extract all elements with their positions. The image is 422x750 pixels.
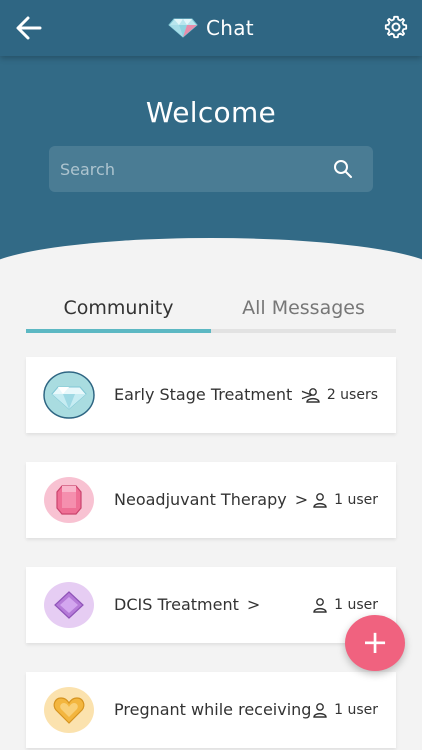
user-icon: [313, 703, 327, 718]
tab-all-messages[interactable]: All Messages: [211, 288, 396, 328]
welcome-heading: Welcome: [145, 96, 277, 129]
community-name: Neoadjuvant Therapy: [114, 490, 287, 509]
user-icon: [306, 388, 320, 403]
plus-icon: +: [361, 623, 389, 661]
gear-icon: [384, 15, 408, 39]
diamond-gem-icon: [43, 371, 95, 419]
chevron-right-icon: >: [246, 595, 261, 614]
user-count: 2 users: [305, 357, 378, 433]
user-count: 1 user: [312, 462, 378, 538]
user-icon: [313, 493, 327, 508]
community-name: Early Stage Treatment: [114, 385, 293, 404]
diamond-icon: [168, 18, 198, 38]
heart-gem-icon: [44, 687, 94, 733]
community-card-early-stage[interactable]: Early Stage Treatment > 2 users: [26, 357, 396, 433]
page-title: Chat: [206, 16, 254, 40]
search-input[interactable]: [60, 146, 320, 192]
chevron-right-icon: >: [294, 490, 309, 509]
header-title-group: Chat: [0, 14, 422, 42]
search-icon[interactable]: [333, 159, 353, 179]
tab-community[interactable]: Community: [26, 288, 211, 328]
user-count-label: 1 user: [334, 597, 378, 613]
community-card-neoadjuvant[interactable]: Neoadjuvant Therapy > 1 user: [26, 462, 396, 538]
add-button[interactable]: +: [345, 615, 405, 671]
user-icon: [313, 598, 327, 613]
ruby-gem-icon: [44, 477, 94, 523]
search-bar[interactable]: [49, 146, 373, 192]
community-name: Pregnant while receiving: [114, 700, 312, 719]
tab-active-indicator: [26, 329, 211, 333]
tab-bar: Community All Messages: [26, 288, 396, 334]
top-bar: Chat: [0, 0, 422, 56]
community-card-dcis[interactable]: DCIS Treatment > 1 user: [26, 567, 396, 643]
community-name: DCIS Treatment: [114, 595, 239, 614]
user-count-label: 1 user: [334, 492, 378, 508]
user-count: 1 user: [312, 672, 378, 748]
user-count-label: 1 user: [334, 702, 378, 718]
community-card-pregnant[interactable]: Pregnant while receiving 1 user: [26, 672, 396, 748]
amethyst-gem-icon: [44, 582, 94, 628]
user-count-label: 2 users: [326, 387, 378, 403]
settings-button[interactable]: [384, 15, 408, 39]
